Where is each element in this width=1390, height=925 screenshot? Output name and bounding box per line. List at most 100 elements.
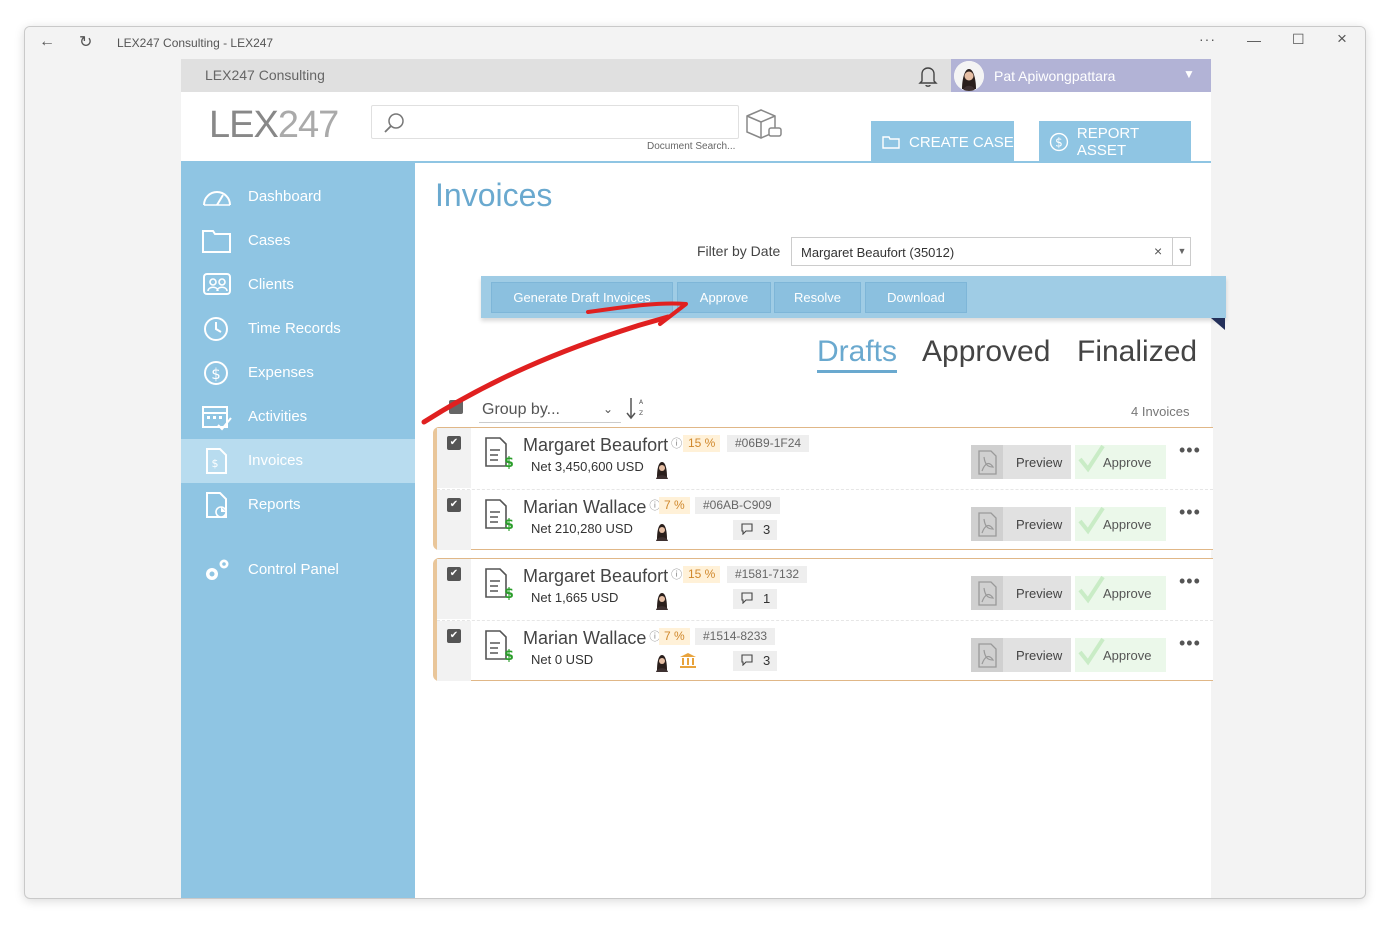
dollar-circle-icon: $ (204, 361, 228, 385)
approve-button[interactable]: Approve (1075, 575, 1166, 610)
row-checkbox[interactable]: ✔ (447, 498, 461, 512)
preview-button[interactable]: Preview (971, 507, 1071, 541)
close-icon[interactable]: × (1337, 29, 1347, 49)
tab-drafts[interactable]: Drafts (817, 335, 898, 373)
chevron-down-icon: ⌄ (603, 402, 614, 416)
bell-icon[interactable] (915, 63, 941, 89)
window-title: LEX247 Consulting - LEX247 (117, 36, 274, 50)
avatar (954, 61, 984, 91)
sidebar-item-expenses[interactable]: $ Expenses (181, 351, 415, 395)
folder-icon (202, 230, 231, 253)
row-checkbox[interactable]: ✔ (447, 436, 461, 450)
info-icon: ⓘ (671, 438, 683, 450)
sidebar-item-activities[interactable]: Activities (181, 395, 415, 439)
approve-button[interactable]: Approve (1075, 637, 1166, 672)
toolbar-corner (1211, 318, 1225, 330)
svg-text:$: $ (211, 365, 221, 383)
back-arrow-icon[interactable]: ← (39, 33, 55, 51)
client-name: Margaret Beaufort ⓘ (523, 435, 683, 455)
maximize-icon[interactable]: ☐ (1292, 31, 1305, 48)
clear-icon[interactable]: × (1154, 243, 1162, 259)
calendar-check-icon (202, 406, 232, 431)
table-row[interactable]: ✔ $ Margaret Beaufort ⓘ 15 % #06B9-1F24 N… (437, 428, 1213, 488)
net-amount: Net 210,280 USD (531, 521, 633, 536)
approve-button[interactable]: Approve (1075, 506, 1166, 541)
search-caption: Document Search... (647, 141, 736, 152)
row-checkbox[interactable]: ✔ (447, 567, 461, 581)
percent-badge: 7 % (659, 628, 690, 645)
browser-window: ← ↻ LEX247 Consulting - LEX247 ··· — ☐ ×… (24, 26, 1366, 899)
group-by-select[interactable]: Group by... ⌄ (479, 395, 621, 423)
svg-text:A: A (639, 399, 643, 406)
filter-select[interactable]: Margaret Beaufort (35012) × ▼ (791, 237, 1191, 266)
table-row[interactable]: ✔ $ Marian Wallace ⓘ 7 % #1514-8233 Net 0… (437, 620, 1213, 681)
sidebar-item-dashboard[interactable]: Dashboard (181, 175, 415, 219)
comment-icon (741, 592, 753, 604)
preview-button[interactable]: Preview (971, 638, 1071, 672)
invoice-document-icon: $ (485, 437, 514, 470)
header: LEX247 Document Search... CREATE CASE $ … (181, 92, 1211, 163)
svg-text:$: $ (504, 586, 514, 601)
gears-icon (206, 559, 229, 580)
more-options-icon[interactable]: ••• (1179, 571, 1201, 592)
more-options-icon[interactable]: ••• (1179, 440, 1201, 461)
search-input[interactable] (371, 105, 739, 139)
invoice-document-icon: $ (485, 630, 514, 663)
sidebar-item-reports[interactable]: Reports (181, 483, 415, 527)
tab-finalized[interactable]: Finalized (1077, 335, 1197, 369)
sidebar-item-control-panel[interactable]: Control Panel (181, 548, 415, 592)
comment-icon (741, 654, 753, 666)
reload-icon[interactable]: ↻ (79, 32, 92, 52)
create-case-button[interactable]: CREATE CASE (871, 121, 1014, 163)
bank-icon (680, 653, 696, 668)
resolve-button[interactable]: Resolve (774, 282, 861, 313)
preview-button[interactable]: Preview (971, 445, 1071, 479)
tab-approved[interactable]: Approved (922, 335, 1050, 369)
more-options-icon[interactable]: ••• (1179, 502, 1201, 523)
chevron-down-icon[interactable]: ▼ (1172, 238, 1191, 265)
action-toolbar: Generate Draft Invoices Approve Resolve … (481, 276, 1226, 318)
minimize-icon[interactable]: — (1247, 32, 1261, 48)
more-options-icon[interactable]: ••• (1179, 633, 1201, 654)
sidebar-item-invoices[interactable]: $ Invoices (181, 439, 415, 483)
client-name: Margaret Beaufort ⓘ (523, 566, 683, 586)
sidebar-item-time-records[interactable]: Time Records (181, 307, 415, 351)
user-menu[interactable]: Pat Apiwongpattara ▼ (951, 59, 1211, 92)
sidebar-item-clients[interactable]: Clients (181, 263, 415, 307)
invoice-count: 4 Invoices (1131, 404, 1190, 419)
invoice-ref: #1514-8233 (695, 628, 776, 645)
chevron-down-icon: ▼ (1183, 67, 1195, 81)
contacts-icon (203, 273, 231, 295)
select-all-checkbox[interactable] (449, 400, 463, 414)
preview-button[interactable]: Preview (971, 576, 1071, 610)
user-name: Pat Apiwongpattara (994, 68, 1116, 84)
svg-text:$: $ (212, 457, 219, 470)
percent-badge: 15 % (683, 566, 721, 583)
approve-toolbar-button[interactable]: Approve (677, 282, 771, 313)
invoice-document-icon: $ (485, 499, 514, 532)
sidebar-item-cases[interactable]: Cases (181, 219, 415, 263)
approve-button[interactable]: Approve (1075, 444, 1166, 479)
generate-draft-invoices-button[interactable]: Generate Draft Invoices (491, 282, 673, 313)
percent-badge: 7 % (659, 497, 690, 514)
app-root: LEX247 Consulting Pat Apiwongpattara ▼ L… (181, 59, 1226, 898)
net-amount: Net 0 USD (531, 652, 594, 667)
comments-badge[interactable]: 3 (733, 520, 777, 540)
table-row[interactable]: ✔ $ Margaret Beaufort ⓘ 15 % #1581-7132 N… (437, 559, 1213, 619)
sort-icon[interactable]: AZ (625, 395, 643, 421)
net-amount: Net 1,665 USD (531, 590, 619, 605)
folder-icon (882, 136, 900, 149)
title-bar: ← ↻ LEX247 Consulting - LEX247 ··· — ☐ × (25, 27, 1365, 59)
table-row[interactable]: ✔ $ Marian Wallace ⓘ 7 % #06AB-C909 Net 2… (437, 489, 1213, 550)
package-search-icon[interactable] (743, 106, 785, 142)
check-icon (1078, 637, 1105, 666)
report-asset-button[interactable]: $ REPORT ASSET (1039, 121, 1191, 163)
comments-badge[interactable]: 3 (733, 651, 777, 671)
download-button[interactable]: Download (865, 282, 967, 313)
svg-text:Z: Z (639, 410, 643, 417)
check-icon (1078, 444, 1105, 473)
comments-badge[interactable]: 1 (733, 589, 777, 609)
row-checkbox[interactable]: ✔ (447, 629, 461, 643)
svg-text:$: $ (504, 648, 514, 663)
more-options-icon[interactable]: ··· (1199, 31, 1216, 47)
